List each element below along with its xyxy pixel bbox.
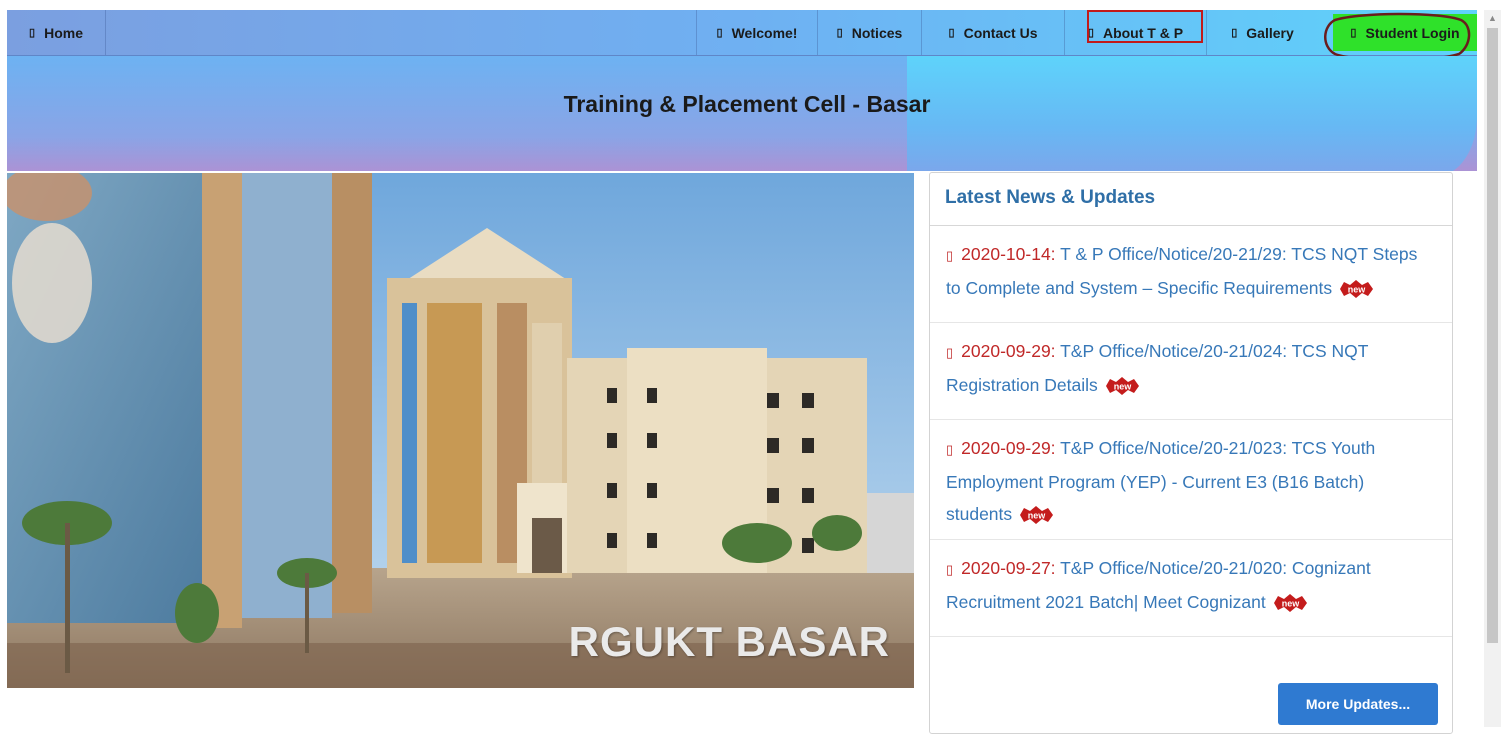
new-badge-text: new (1348, 285, 1367, 295)
nav-gallery-label: Gallery (1246, 24, 1294, 41)
campus-building-image (7, 173, 914, 688)
scrollbar-thumb[interactable] (1487, 28, 1498, 643)
news-date: 2020-09-29: (961, 438, 1056, 458)
nav-notices[interactable]: ▯ Notices (817, 10, 921, 55)
nav-gallery[interactable]: ▯ Gallery (1206, 10, 1318, 55)
nav-home[interactable]: ▯ Home (7, 10, 106, 55)
welcome-icon: ▯ (716, 27, 723, 39)
news-bullet-icon: ▯ (946, 345, 954, 360)
news-item[interactable]: ▯ 2020-10-14: T & P Office/Notice/20-21/2… (930, 226, 1452, 323)
news-item[interactable]: ▯ 2020-09-27: T&P Office/Notice/20-21/020… (930, 540, 1452, 637)
news-date: 2020-10-14: (961, 244, 1056, 264)
news-bullet-icon: ▯ (946, 562, 954, 577)
news-item[interactable]: ▯ 2020-09-29: T&P Office/Notice/20-21/024… (930, 323, 1452, 420)
nav-contact-label: Contact Us (963, 24, 1038, 41)
new-badge-text: new (1113, 382, 1132, 392)
home-icon: ▯ (29, 27, 36, 39)
notices-icon: ▯ (836, 27, 843, 39)
news-bullet-icon: ▯ (946, 442, 954, 457)
top-navbar: ▯ Home ▯ Welcome! ▯ Notices ▯ Contact Us… (7, 10, 1477, 56)
new-badge-icon: new (1105, 377, 1139, 396)
news-item[interactable]: ▯ 2020-09-29: T&P Office/Notice/20-21/023… (930, 420, 1452, 540)
news-panel: Latest News & Updates ▯ 2020-10-14: T & P… (929, 172, 1453, 734)
contact-icon: ▯ (948, 27, 955, 39)
campus-photo: RGUKT BASAR (7, 173, 914, 688)
news-date: 2020-09-29: (961, 341, 1056, 361)
page-title: Training & Placement Cell - Basar (563, 91, 931, 117)
scroll-up-arrow-icon[interactable]: ▲ (1488, 13, 1497, 23)
nav-home-label: Home (44, 24, 83, 41)
nav-notices-label: Notices (851, 24, 903, 41)
nav-welcome-label: Welcome! (731, 24, 798, 41)
nav-contact-us[interactable]: ▯ Contact Us (921, 10, 1064, 55)
new-badge-icon: new (1273, 594, 1307, 613)
new-badge-text: new (1028, 511, 1047, 521)
about-highlight-box (1087, 10, 1203, 43)
page-scrollbar[interactable]: ▲ (1484, 10, 1501, 727)
new-badge-icon: new (1020, 506, 1054, 525)
news-bullet-icon: ▯ (946, 248, 954, 263)
header-banner: Training & Placement Cell - Basar (7, 56, 1477, 171)
photo-caption: RGUKT BASAR (568, 618, 890, 665)
news-heading: Latest News & Updates (930, 173, 1452, 226)
news-date: 2020-09-27: (961, 558, 1056, 578)
new-badge-text: new (1281, 599, 1300, 609)
gallery-icon: ▯ (1231, 27, 1238, 39)
new-badge-icon: new (1340, 280, 1374, 299)
more-updates-button[interactable]: More Updates... (1278, 683, 1438, 725)
nav-welcome[interactable]: ▯ Welcome! (696, 10, 817, 55)
